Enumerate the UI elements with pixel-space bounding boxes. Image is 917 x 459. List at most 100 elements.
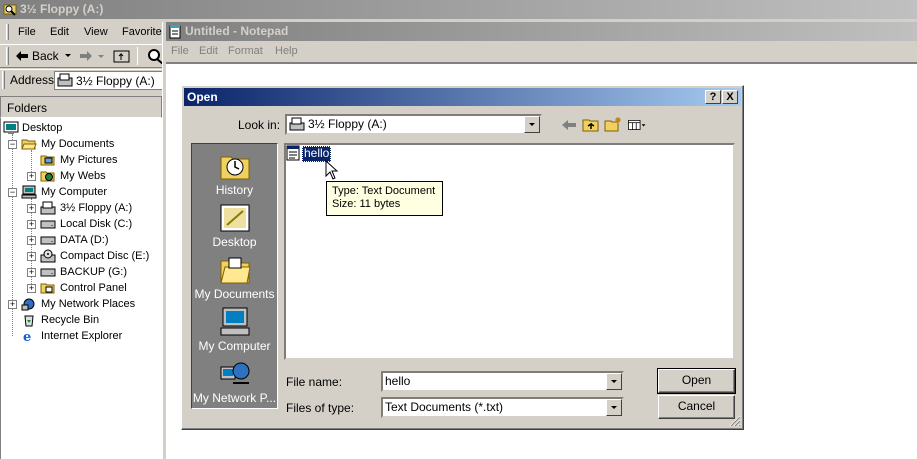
search-folder-icon [3,4,17,16]
tree-label: Recycle Bin [41,314,100,326]
ie-icon: e [23,330,31,343]
tree-label: My Network Places [41,298,136,310]
file-list[interactable] [284,143,735,360]
tree-label: My Webs [60,170,106,182]
tree-label: Compact Disc (E:) [60,250,150,262]
notepad-title-bar[interactable]: Untitled - Notepad [166,22,917,41]
tree-collapse-toggle[interactable]: − [8,188,17,197]
floppy-drive-icon [289,117,305,131]
tree-expand-toggle[interactable]: + [27,204,36,213]
address-input[interactable]: 3½ Floppy (A:) [54,71,165,90]
explorer-menu-view[interactable]: View [84,26,108,38]
up-one-level-icon[interactable] [581,116,601,134]
tooltip-type: Type: Text Document [332,185,436,197]
computer-icon [220,307,249,336]
tree-expand-toggle[interactable]: + [27,268,36,277]
place-my-network-places[interactable]: My Network P... [192,359,277,405]
dialog-title-bar[interactable]: Open [184,88,741,106]
file-name-value: hello [385,374,411,388]
view-menu-icon[interactable] [627,116,647,134]
tree-label: DATA (D:) [60,234,109,246]
tree-label: My Pictures [60,154,118,166]
file-name-input[interactable]: hello [381,371,624,392]
mouse-cursor-icon [325,160,339,180]
tree-expand-toggle[interactable]: + [27,284,36,293]
notepad-menu-file[interactable]: File [171,45,189,57]
explorer-title-bar[interactable]: 3½ Floppy (A:) [0,0,917,19]
tree-label: 3½ Floppy (A:) [60,202,133,214]
resize-grip-icon[interactable] [729,415,741,427]
menubar-grip [6,24,9,40]
floppy-icon [40,201,56,215]
toolbar-separator [137,47,138,65]
notepad-menu-help[interactable]: Help [275,45,298,57]
hard-disk-icon [40,268,56,277]
history-icon [220,156,249,180]
place-history[interactable]: History [192,151,277,197]
tree-label: Desktop [22,122,63,134]
back-label: Back [32,49,59,63]
chevron-down-icon[interactable] [524,116,540,133]
tree-expand-toggle[interactable]: + [27,220,36,229]
help-button[interactable]: ? [705,90,721,104]
dialog-title: Open [187,90,218,104]
back-button[interactable]: Back [15,47,75,65]
explorer-menu-edit[interactable]: Edit [50,26,69,38]
tree-expand-toggle[interactable]: + [27,172,36,181]
cd-drive-icon [40,249,56,263]
back-arrow-icon[interactable] [559,116,579,134]
tree-expand-toggle[interactable]: + [27,236,36,245]
place-label: My Computer [198,339,271,353]
desktop-icon [220,204,249,232]
floppy-drive-icon [57,73,73,87]
place-my-documents[interactable]: My Documents [192,255,277,301]
places-bar: History Desktop My Documents My Computer… [191,143,278,409]
file-tooltip: Type: Text Document Size: 11 bytes [326,181,443,216]
tree-expand-toggle[interactable]: + [27,252,36,261]
address-value: 3½ Floppy (A:) [76,74,155,88]
explorer-menu-favorites[interactable]: Favorite [122,26,162,38]
file-type-value: Text Documents (*.txt) [385,400,504,414]
notepad-menu-format[interactable]: Format [228,45,263,57]
recycle-bin-icon [24,315,34,327]
place-label: History [215,183,254,197]
desktop-icon [3,121,19,134]
back-dropdown-icon[interactable] [65,54,71,57]
file-type-dropdown[interactable]: Text Documents (*.txt) [381,397,624,418]
up-folder-icon[interactable] [113,48,131,64]
webs-folder-icon [40,171,55,182]
hard-disk-icon [40,220,56,229]
tree-collapse-toggle[interactable]: − [8,140,17,149]
close-button[interactable]: X [722,90,738,104]
back-arrow-icon [16,51,28,61]
chevron-down-icon[interactable] [606,373,622,390]
tree-label: My Computer [41,186,108,198]
folders-label: Folders [7,101,48,115]
place-label: My Documents [194,287,275,301]
folder-tree[interactable]: Desktop − My Documents My Pictures + My … [0,118,162,459]
new-folder-icon[interactable] [603,116,623,134]
tree-label: BACKUP (G:) [60,266,128,278]
tree-label: My Documents [41,138,115,150]
address-label: Address [10,73,55,87]
place-my-computer[interactable]: My Computer [192,307,277,353]
place-desktop[interactable]: Desktop [192,203,277,249]
hard-disk-icon [40,236,56,245]
folders-pane-header: Folders [0,96,162,118]
notepad-menu-edit[interactable]: Edit [199,45,218,57]
control-panel-icon [40,283,55,294]
my-documents-icon [219,257,251,284]
toolbar-grip [6,47,9,65]
look-in-dropdown[interactable]: 3½ Floppy (A:) [285,114,542,135]
notepad-title: Untitled - Notepad [185,24,289,38]
explorer-menubar: File Edit View Favorite [0,22,165,42]
tree-expand-toggle[interactable]: + [8,300,17,309]
address-grip [2,71,5,89]
text-file-icon [286,145,300,161]
explorer-menu-file[interactable]: File [18,26,36,38]
forward-arrow-icon[interactable] [79,50,93,62]
chevron-down-icon[interactable] [606,399,622,416]
open-button[interactable]: Open [657,368,736,394]
cancel-button[interactable]: Cancel [658,395,735,419]
forward-dropdown-icon[interactable] [98,55,104,58]
